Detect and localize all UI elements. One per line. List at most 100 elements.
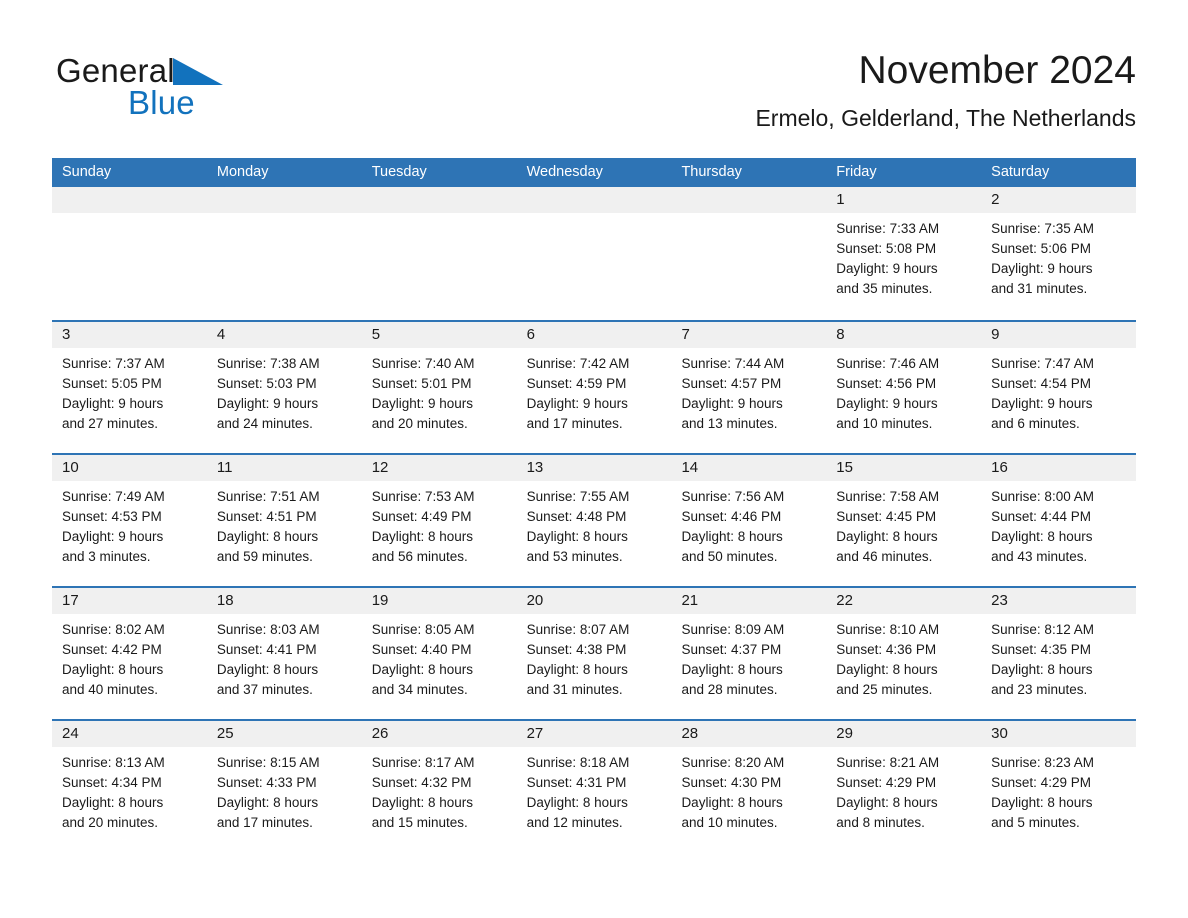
day-info-line: Daylight: 9 hours	[526, 396, 628, 411]
day-info-line: Sunset: 4:34 PM	[62, 775, 162, 790]
day-number: 23	[981, 588, 1137, 614]
calendar-day-cell[interactable]: 3 Sunrise: 7:37 AM Sunset: 5:05 PM Daylight…	[52, 322, 207, 453]
day-number: 28	[671, 721, 827, 747]
day-number: 10	[52, 455, 207, 481]
day-number: 15	[826, 455, 982, 481]
calendar-day-cell[interactable]: 5 Sunrise: 7:40 AM Sunset: 5:01 PM Daylight…	[361, 322, 517, 453]
day-info-line: and 43 minutes.	[991, 549, 1088, 564]
calendar-day-cell[interactable]: 8 Sunrise: 7:46 AM Sunset: 4:56 PM Daylight…	[826, 322, 982, 453]
day-info-line: Sunset: 4:57 PM	[681, 376, 782, 391]
calendar-day-cell[interactable]: 29 Sunrise: 8:21 AM Sunset: 4:29 PM Dayligh…	[826, 721, 982, 852]
calendar-day-cell[interactable]: 14 Sunrise: 7:56 AM Sunset: 4:46 PM Dayligh…	[671, 455, 827, 586]
day-info-line: and 53 minutes.	[526, 549, 623, 564]
calendar-day-cell[interactable]: 26 Sunrise: 8:17 AM Sunset: 4:32 PM Dayligh…	[361, 721, 517, 852]
day-info-line: Daylight: 8 hours	[62, 795, 164, 810]
calendar-day-cell[interactable]: 28 Sunrise: 8:20 AM Sunset: 4:30 PM Dayligh…	[671, 721, 827, 852]
day-sun-info: Sunrise: 8:00 AM Sunset: 4:44 PM Daylight:…	[981, 481, 1136, 567]
day-info-line: Sunset: 4:51 PM	[216, 509, 317, 524]
calendar-day-cell[interactable]: 4 Sunrise: 7:38 AM Sunset: 5:03 PM Daylight…	[206, 322, 362, 453]
day-info-line: Daylight: 8 hours	[216, 795, 319, 810]
day-info-line: Daylight: 8 hours	[991, 662, 1093, 677]
calendar-day-cell[interactable]: 20 Sunrise: 8:07 AM Sunset: 4:38 PM Dayligh…	[516, 588, 672, 719]
calendar-day-cell[interactable]: 2 Sunrise: 7:35 AM Sunset: 5:06 PM Daylight…	[981, 187, 1137, 320]
day-info-line: and 20 minutes.	[371, 416, 468, 431]
day-info-line: and 10 minutes.	[836, 416, 933, 431]
weekday-header-saturday: Saturday	[991, 164, 1050, 180]
calendar-day-cell[interactable]: 24 Sunrise: 8:13 AM Sunset: 4:34 PM Dayligh…	[52, 721, 207, 852]
day-info-line: Daylight: 8 hours	[371, 795, 474, 810]
day-sun-info: Sunrise: 7:49 AM Sunset: 4:53 PM Daylight:…	[52, 481, 207, 567]
calendar-day-cell[interactable]: 25 Sunrise: 8:15 AM Sunset: 4:33 PM Dayligh…	[206, 721, 362, 852]
day-sun-info: Sunrise: 8:15 AM Sunset: 4:33 PM Daylight:…	[207, 747, 362, 833]
location-subtitle: Ermelo, Gelderland, The Netherlands	[755, 105, 1136, 131]
brand-logo[interactable]: General Blue	[56, 52, 316, 132]
calendar-day-cell[interactable]: 7 Sunrise: 7:44 AM Sunset: 4:57 PM Daylight…	[671, 322, 827, 453]
day-info-line: Sunrise: 8:18 AM	[526, 755, 630, 770]
weekday-header-row: Sunday Monday Tuesday Wednesday Thursday Frid…	[52, 158, 1136, 187]
day-number: 18	[206, 588, 362, 614]
calendar-day-cell-empty	[206, 187, 362, 320]
weekday-header-friday: Friday	[836, 164, 877, 180]
calendar-day-cell[interactable]: 19 Sunrise: 8:05 AM Sunset: 4:40 PM Dayligh…	[361, 588, 517, 719]
day-sun-info: Sunrise: 7:46 AM Sunset: 4:56 PM Daylight:…	[826, 348, 981, 434]
day-info-line: Daylight: 9 hours	[62, 396, 164, 411]
calendar-day-cell[interactable]: 17 Sunrise: 8:02 AM Sunset: 4:42 PM Dayligh…	[52, 588, 207, 719]
calendar-day-cell[interactable]: 15 Sunrise: 7:58 AM Sunset: 4:45 PM Dayligh…	[826, 455, 982, 586]
day-info-line: and 35 minutes.	[836, 281, 933, 296]
day-info-line: and 40 minutes.	[62, 682, 159, 697]
calendar-day-cell[interactable]: 9 Sunrise: 7:47 AM Sunset: 4:54 PM Daylight…	[981, 322, 1137, 453]
day-info-line: Sunset: 4:33 PM	[216, 775, 317, 790]
day-info-line: Daylight: 8 hours	[991, 795, 1093, 810]
day-info-line: Sunset: 4:48 PM	[526, 509, 627, 524]
day-info-line: and 50 minutes.	[681, 549, 778, 564]
calendar-day-cell[interactable]: 21 Sunrise: 8:09 AM Sunset: 4:37 PM Dayligh…	[671, 588, 827, 719]
weekday-header-monday: Monday	[216, 164, 269, 180]
calendar-day-cell[interactable]: 6 Sunrise: 7:42 AM Sunset: 4:59 PM Daylight…	[516, 322, 672, 453]
day-info-line: Daylight: 8 hours	[681, 795, 783, 810]
calendar-day-cell[interactable]: 11 Sunrise: 7:51 AM Sunset: 4:51 PM Dayligh…	[206, 455, 362, 586]
day-number: 1	[826, 187, 982, 213]
day-info-line: Sunset: 5:06 PM	[991, 241, 1091, 256]
day-sun-info: Sunrise: 8:23 AM Sunset: 4:29 PM Daylight:…	[981, 747, 1136, 833]
calendar-day-cell[interactable]: 18 Sunrise: 8:03 AM Sunset: 4:41 PM Dayligh…	[206, 588, 362, 719]
calendar-day-cell[interactable]: 10 Sunrise: 7:49 AM Sunset: 4:53 PM Dayligh…	[52, 455, 207, 586]
day-info-line: Sunset: 4:37 PM	[681, 642, 782, 657]
day-info-line: Sunrise: 8:09 AM	[681, 622, 785, 637]
day-number: 2	[981, 187, 1137, 213]
day-info-line: and 25 minutes.	[836, 682, 933, 697]
day-info-line: Sunset: 4:46 PM	[681, 509, 782, 524]
day-info-line: Sunset: 4:31 PM	[526, 775, 627, 790]
day-number	[516, 187, 672, 213]
day-info-line: Sunset: 4:45 PM	[836, 509, 937, 524]
calendar-day-cell[interactable]: 12 Sunrise: 7:53 AM Sunset: 4:49 PM Dayligh…	[361, 455, 517, 586]
day-info-line: Sunrise: 8:02 AM	[62, 622, 165, 637]
day-info-line: and 37 minutes.	[216, 682, 313, 697]
calendar-day-cell[interactable]: 23 Sunrise: 8:12 AM Sunset: 4:35 PM Dayligh…	[981, 588, 1137, 719]
day-sun-info: Sunrise: 8:03 AM Sunset: 4:41 PM Daylight:…	[207, 614, 362, 700]
day-info-line: Sunrise: 7:58 AM	[836, 489, 940, 504]
day-number: 12	[361, 455, 517, 481]
calendar-day-cell[interactable]: 27 Sunrise: 8:18 AM Sunset: 4:31 PM Dayligh…	[516, 721, 672, 852]
calendar-day-cell[interactable]: 16 Sunrise: 8:00 AM Sunset: 4:44 PM Dayligh…	[981, 455, 1137, 586]
day-info-line: and 23 minutes.	[991, 682, 1088, 697]
day-info-line: Sunrise: 8:13 AM	[62, 755, 165, 770]
day-number: 30	[981, 721, 1137, 747]
day-sun-info: Sunrise: 7:56 AM Sunset: 4:46 PM Daylight:…	[671, 481, 826, 567]
calendar-day-cell[interactable]: 13 Sunrise: 7:55 AM Sunset: 4:48 PM Dayligh…	[516, 455, 672, 586]
day-sun-info: Sunrise: 8:13 AM Sunset: 4:34 PM Daylight:…	[52, 747, 207, 833]
day-info-line: and 59 minutes.	[216, 549, 313, 564]
day-info-line: and 15 minutes.	[371, 815, 468, 830]
calendar-day-cell[interactable]: 30 Sunrise: 8:23 AM Sunset: 4:29 PM Dayligh…	[981, 721, 1137, 852]
day-info-line: Sunset: 4:53 PM	[62, 509, 162, 524]
day-sun-info	[52, 213, 207, 219]
day-sun-info	[207, 213, 362, 219]
day-info-line: Sunrise: 8:23 AM	[991, 755, 1094, 770]
brand-logo-top-row: General	[56, 52, 316, 90]
day-info-line: Sunset: 4:29 PM	[991, 775, 1091, 790]
day-info-line: Sunrise: 7:46 AM	[836, 356, 940, 371]
day-info-line: Sunrise: 7:51 AM	[216, 489, 320, 504]
day-info-line: Sunset: 5:03 PM	[216, 376, 317, 391]
day-number: 20	[516, 588, 672, 614]
calendar-day-cell[interactable]: 22 Sunrise: 8:10 AM Sunset: 4:36 PM Dayligh…	[826, 588, 982, 719]
calendar-day-cell[interactable]: 1 Sunrise: 7:33 AM Sunset: 5:08 PM Daylight…	[826, 187, 982, 320]
